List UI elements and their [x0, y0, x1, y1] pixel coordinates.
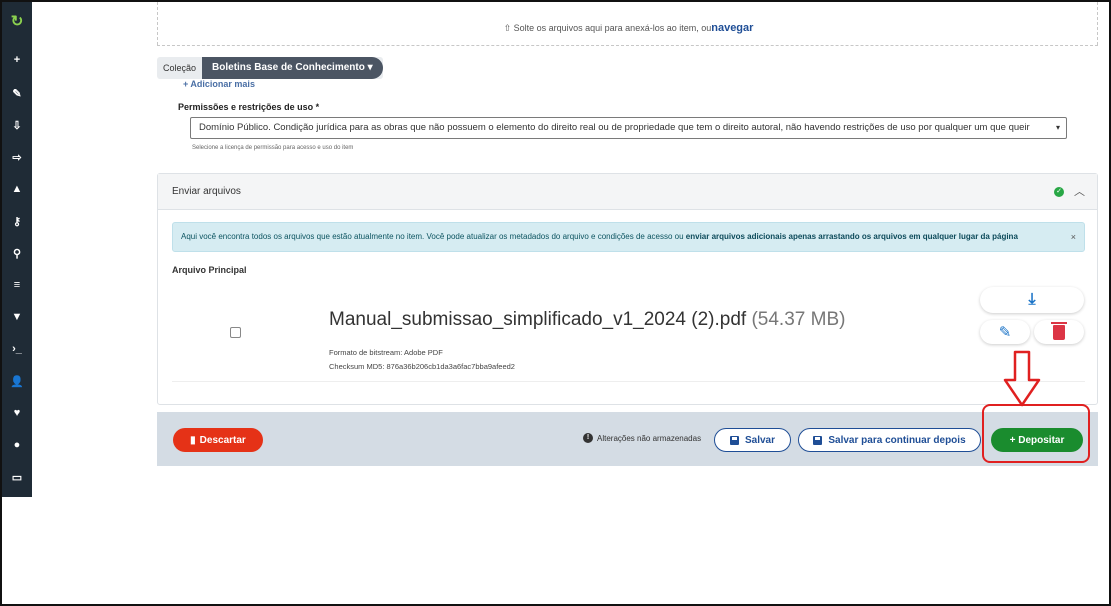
- upload-icon: ⇧: [503, 23, 514, 33]
- edit-button[interactable]: ✎: [980, 320, 1030, 344]
- file-checksum: Checksum MD5: 876a36b206cb1da3a6fac7bba9…: [329, 362, 515, 371]
- file-size: (54.37 MB): [751, 309, 846, 330]
- collection-selector[interactable]: Coleção Boletins Base de Conhecimento ▾: [157, 57, 383, 79]
- annotation-highlight-box: [982, 404, 1090, 463]
- permissions-value: Domínio Público. Condição jurídica para …: [199, 122, 1030, 133]
- edit-icon: ✎: [998, 324, 1012, 341]
- panel-title: Enviar arquivos: [172, 186, 241, 197]
- export-icon[interactable]: ⇨: [2, 146, 32, 168]
- import-icon[interactable]: ⇩: [2, 114, 32, 136]
- main-file-label: Arquivo Principal: [172, 265, 247, 275]
- download-icon: ⤓: [1028, 291, 1036, 308]
- form-footer: ▮ Descartar ! Alterações não armazenadas S…: [157, 412, 1098, 466]
- user-icon[interactable]: 👤: [2, 370, 32, 392]
- drop-zone-text: ⇧ Solte os arquivos aqui para anexá-los …: [503, 22, 754, 34]
- delete-button[interactable]: [1034, 320, 1084, 344]
- permissions-label: Permissões e restrições de uso *: [178, 102, 320, 112]
- inbox-icon[interactable]: ▭: [2, 466, 32, 488]
- browse-link[interactable]: navegar: [711, 22, 753, 34]
- discard-button[interactable]: ▮ Descartar: [173, 428, 263, 452]
- permissions-hint: Selecione a licença de permissão para ac…: [192, 145, 354, 151]
- info-icon: !: [583, 433, 593, 443]
- file-row: Manual_submissao_simplificado_v1_2024 (2…: [172, 282, 1085, 382]
- trash-icon: [1051, 321, 1067, 340]
- bell-icon[interactable]: ▲: [2, 178, 32, 200]
- save-icon: [813, 435, 823, 445]
- annotation-arrow-icon: [1003, 350, 1041, 407]
- file-format: Formato de bitstream: Adobe PDF: [329, 348, 443, 357]
- close-icon[interactable]: ×: [1071, 223, 1076, 251]
- pencil-icon[interactable]: ✎: [2, 82, 32, 104]
- chevron-up-icon[interactable]: ︿: [1074, 183, 1085, 199]
- save-icon: [729, 435, 739, 445]
- save-for-later-button[interactable]: Salvar para continuar depois: [798, 428, 981, 452]
- list-icon[interactable]: ≡: [2, 274, 32, 296]
- download-button[interactable]: ⤓: [980, 287, 1084, 313]
- collection-label: Coleção: [163, 63, 197, 73]
- add-more-link[interactable]: + Adicionar mais: [183, 79, 255, 89]
- permissions-select[interactable]: Domínio Público. Condição jurídica para …: [190, 117, 1067, 139]
- key-icon[interactable]: ⚷: [2, 210, 32, 232]
- panel-header[interactable]: Enviar arquivos ✓ ︿: [158, 174, 1097, 210]
- info-alert: Aqui você encontra todos os arquivos que…: [172, 222, 1085, 252]
- search-icon[interactable]: ⚲: [2, 242, 32, 264]
- info-icon[interactable]: ●: [2, 434, 32, 456]
- file-checkbox[interactable]: [230, 327, 241, 338]
- upload-files-panel: Enviar arquivos ✓ ︿ Aqui você encontra t…: [157, 173, 1098, 405]
- trash-icon: ▮: [190, 434, 196, 446]
- drop-zone-border: [157, 45, 1098, 46]
- unsaved-status: ! Alterações não armazenadas: [583, 433, 701, 443]
- logo-icon[interactable]: ↻: [2, 10, 32, 32]
- save-button[interactable]: Salvar: [714, 428, 791, 452]
- terminal-icon[interactable]: ›_: [2, 338, 32, 360]
- collection-dropdown[interactable]: Boletins Base de Conhecimento ▾: [202, 57, 383, 79]
- check-circle-icon: ✓: [1054, 187, 1064, 197]
- chevron-down-icon: ▾: [1055, 123, 1060, 132]
- filter-icon[interactable]: ▼: [2, 306, 32, 328]
- file-drop-zone[interactable]: ⇧ Solte os arquivos aqui para anexá-los …: [157, 2, 1098, 45]
- heart-icon[interactable]: ♥: [2, 402, 32, 424]
- plus-icon[interactable]: +: [2, 49, 32, 71]
- sidebar: ↻ + ✎ ⇩ ⇨ ▲ ⚷ ⚲ ≡ ▼ ›_ 👤 ♥ ● ▭: [2, 2, 32, 497]
- file-name: Manual_submissao_simplificado_v1_2024 (2…: [329, 309, 846, 330]
